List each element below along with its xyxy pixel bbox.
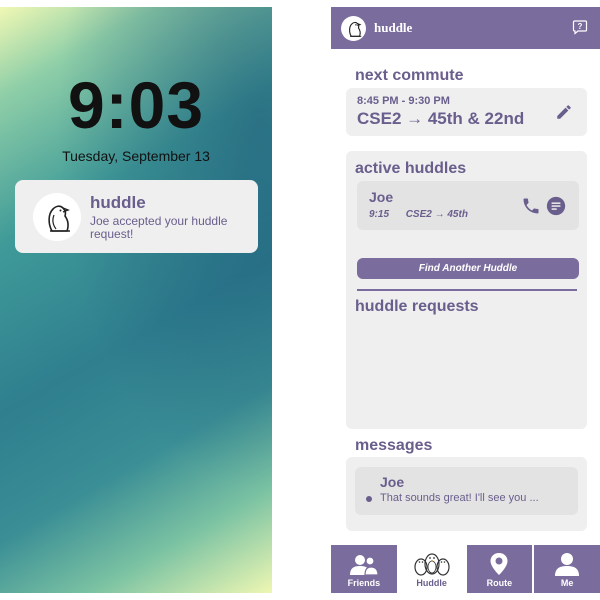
huddle-item[interactable]: Joe 9:15 CSE2 → 45th: [357, 181, 579, 230]
unread-dot-icon: [366, 496, 372, 502]
app-header: huddle ?: [331, 7, 600, 49]
commute-route: CSE2 → 45th & 22nd: [357, 109, 525, 128]
friends-icon: [349, 555, 379, 576]
huddle-details: 9:15 CSE2 → 45th: [369, 209, 468, 220]
find-another-huddle-button[interactable]: Find Another Huddle: [357, 258, 579, 279]
penguin-logo-icon: [33, 192, 81, 241]
message-preview: That sounds great! I'll see you ...: [380, 492, 539, 504]
messages-panel: Joe That sounds great! I'll see you ...: [346, 457, 587, 531]
messages-title: messages: [355, 437, 433, 454]
tab-route[interactable]: Route: [466, 545, 533, 593]
lock-time: 9:03: [67, 68, 205, 142]
lock-screen: 9:03 Tuesday, September 13 huddle Joe ac…: [0, 7, 272, 593]
tab-huddle[interactable]: Huddle: [398, 545, 465, 593]
notification-app-name: huddle: [90, 192, 146, 212]
chat-icon[interactable]: [545, 195, 567, 217]
svg-text:?: ?: [578, 22, 583, 31]
next-commute-title: next commute: [355, 67, 464, 84]
bottom-tab-bar: Friends Huddle Route Me: [331, 545, 600, 593]
notification-message: Joe accepted your huddle request!: [90, 213, 228, 241]
huddle-partner-name: Joe: [369, 189, 394, 205]
huddle-requests-title: huddle requests: [355, 298, 479, 315]
tab-me-label: Me: [560, 578, 574, 588]
commute-time-range: 8:45 PM - 9:30 PM: [357, 95, 450, 107]
message-item[interactable]: Joe That sounds great! I'll see you ...: [355, 467, 578, 515]
phone-icon[interactable]: [521, 196, 541, 216]
huddle-time: 9:15: [369, 209, 390, 220]
tab-friends-label: Friends: [347, 578, 381, 588]
tab-huddle-label: Huddle: [416, 578, 447, 588]
huddle-route: CSE2 → 45th: [405, 209, 468, 220]
lock-date: Tuesday, September 13: [62, 148, 210, 164]
map-pin-icon: [490, 553, 508, 575]
active-huddles-panel: active huddles Joe 9:15 CSE2 → 45th Find…: [346, 151, 587, 429]
section-divider: [357, 289, 577, 291]
huddle-notification[interactable]: huddle Joe accepted your huddle request!: [15, 180, 258, 253]
message-sender: Joe: [380, 474, 405, 490]
active-huddles-title: active huddles: [355, 160, 467, 177]
tab-me[interactable]: Me: [534, 545, 600, 593]
pencil-icon[interactable]: [555, 103, 573, 121]
next-commute-card[interactable]: 8:45 PM - 9:30 PM CSE2 → 45th & 22nd: [346, 88, 587, 136]
tab-friends[interactable]: Friends: [331, 545, 397, 593]
app-title: huddle: [374, 20, 413, 35]
penguin-logo-icon[interactable]: [341, 15, 366, 41]
person-icon: [555, 553, 580, 576]
help-icon[interactable]: ?: [572, 19, 588, 35]
tab-route-label: Route: [486, 578, 513, 588]
penguins-icon: [414, 553, 450, 576]
huddle-app: huddle ? next commute 8:45 PM - 9:30 PM …: [331, 7, 600, 593]
